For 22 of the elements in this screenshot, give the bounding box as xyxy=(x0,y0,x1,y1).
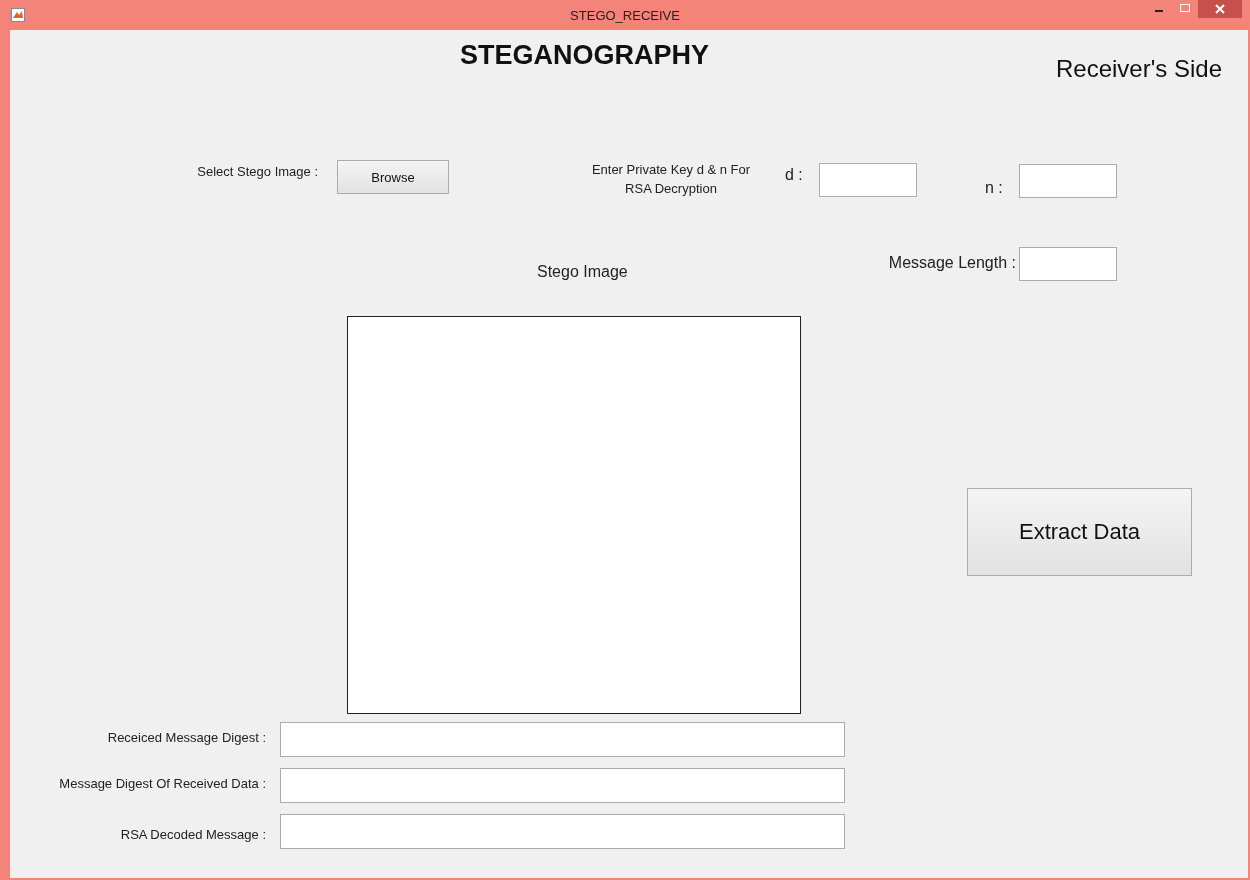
panel-label: Stego Image xyxy=(537,263,628,281)
field-label: Message Digest Of Received Data : xyxy=(59,776,266,791)
key-input[interactable] xyxy=(819,163,917,197)
result-field[interactable] xyxy=(280,814,845,849)
field-label: n : xyxy=(985,179,1003,197)
field-label: RSA Decoded Message : xyxy=(120,827,266,842)
result-field[interactable] xyxy=(280,722,845,757)
browse-button[interactable]: Browse xyxy=(337,160,449,194)
window-title: STEGO_RECEIVE xyxy=(570,7,680,23)
field-label: d : xyxy=(785,166,803,184)
result-field[interactable] xyxy=(280,768,845,803)
field-label: Message Length : xyxy=(888,254,1016,272)
field-label: Select Stego Image : xyxy=(197,164,318,179)
key-input[interactable] xyxy=(1019,164,1117,198)
field-label: Receiced Message Digest : xyxy=(107,730,266,745)
app-icon xyxy=(11,8,25,22)
key-prompt: Enter Private Key d & n For RSA Decryption xyxy=(590,161,752,198)
length-input[interactable] xyxy=(1019,247,1117,281)
side-label: Receiver's Side xyxy=(1056,55,1222,83)
app-heading: STEGANOGRAPHY xyxy=(460,40,710,71)
extract-button[interactable]: Extract Data xyxy=(967,488,1192,576)
close-icon[interactable] xyxy=(1198,0,1242,18)
